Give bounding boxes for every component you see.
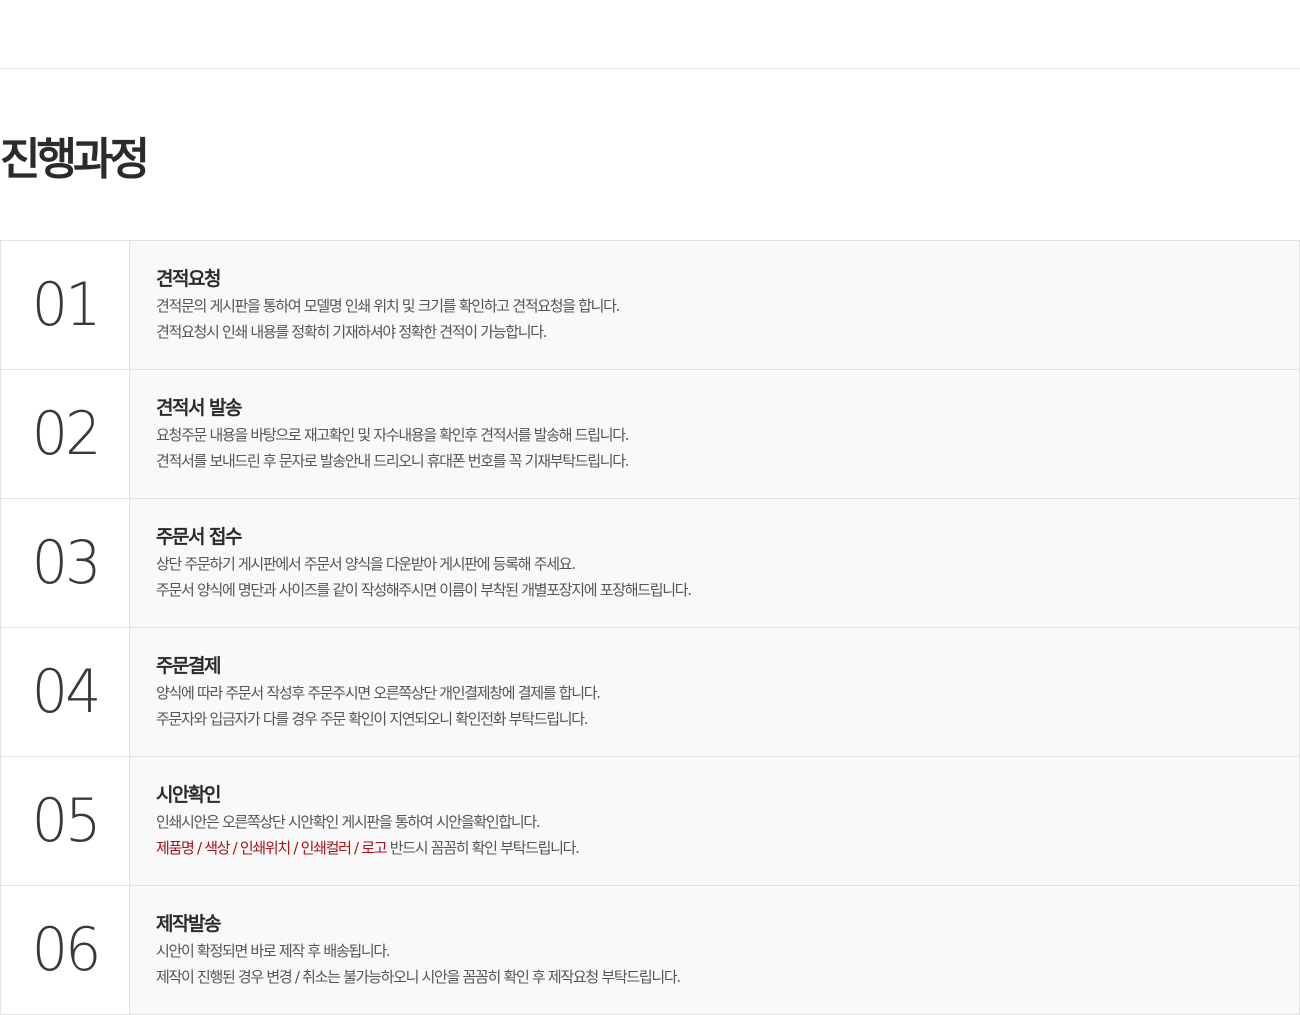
step-title: 제작발송 [156, 913, 221, 935]
step-description-line: 제작이 진행된 경우 변경 / 취소는 불가능하오니 시안을 꼼꼼히 확인 후 … [156, 968, 681, 986]
step-description-line: 주문서 양식에 명단과 사이즈를 같이 작성해주시면 이름이 부착된 개별포장지… [156, 581, 692, 599]
step-title: 주문서 접수 [156, 526, 243, 548]
step-description-line: 견적문의 게시판을 통하여 모델명 인쇄 위치 및 크기를 확인하고 견적요청을… [156, 297, 620, 315]
step-title: 견적서 발송 [156, 397, 243, 419]
step-number: 02 [1, 370, 130, 498]
step-body: 주문서 접수 상단 주문하기 게시판에서 주문서 양식을 다운받아 게시판에 등… [130, 499, 1299, 627]
step-row-01: 01 견적요청 견적문의 게시판을 통하여 모델명 인쇄 위치 및 크기를 확인… [0, 241, 1300, 370]
top-bar [0, 0, 1300, 69]
step-body: 주문결제 양식에 따라 주문서 작성후 주문주시면 오른쪽상단 개인결제창에 결… [130, 628, 1299, 756]
step-body: 제작발송 시안이 확정되면 바로 제작 후 배송됩니다. 제작이 진행된 경우 … [130, 886, 1299, 1014]
step-row-02: 02 견적서 발송 요청주문 내용을 바탕으로 재고확인 및 자수내용을 확인후… [0, 370, 1300, 499]
step-description-line: 견적요청시 인쇄 내용를 정확히 기재하셔야 정확한 견적이 가능합니다. [156, 323, 548, 341]
highlight-rest-text: 반드시 꼼꼼히 확인 부탁드립니다. [386, 839, 580, 857]
highlight-text: 제품명 / 색상 / 인쇄위치 / 인쇄컬러 / 로고 [156, 839, 388, 857]
step-row-06: 06 제작발송 시안이 확정되면 바로 제작 후 배송됩니다. 제작이 진행된 … [0, 886, 1300, 1015]
step-description-line: 상단 주문하기 게시판에서 주문서 양식을 다운받아 게시판에 등록해 주세요. [156, 555, 576, 573]
step-number: 06 [1, 886, 130, 1014]
step-row-05: 05 시안확인 인쇄시안은 오른쪽상단 시안확인 게시판을 통하여 시안을확인합… [0, 757, 1300, 886]
step-body: 시안확인 인쇄시안은 오른쪽상단 시안확인 게시판을 통하여 시안을확인합니다.… [130, 757, 1299, 885]
step-description-line: 견적서를 보내드린 후 문자로 발송안내 드리오니 휴대폰 번호를 꼭 기재부탁… [156, 452, 629, 470]
process-steps: 01 견적요청 견적문의 게시판을 통하여 모델명 인쇄 위치 및 크기를 확인… [0, 240, 1300, 1015]
page-title: 진행과정 [0, 134, 150, 185]
step-description-line-highlight: 제품명 / 색상 / 인쇄위치 / 인쇄컬러 / 로고 반드시 꼼꼼히 확인 부… [156, 835, 1299, 861]
step-description-line: 요청주문 내용을 바탕으로 재고확인 및 자수내용을 확인후 견적서를 발송해 … [156, 426, 629, 444]
step-description-line: 주문자와 입금자가 다를 경우 주문 확인이 지연되오니 확인전화 부탁드립니다… [156, 710, 589, 728]
step-description-line: 인쇄시안은 오른쪽상단 시안확인 게시판을 통하여 시안을확인합니다. [156, 813, 541, 831]
step-number: 05 [1, 757, 130, 885]
step-body: 견적서 발송 요청주문 내용을 바탕으로 재고확인 및 자수내용을 확인후 견적… [130, 370, 1299, 498]
step-title: 시안확인 [156, 784, 221, 806]
step-description-line: 시안이 확정되면 바로 제작 후 배송됩니다. [156, 942, 391, 960]
step-number: 03 [1, 499, 130, 627]
step-title: 견적요청 [156, 268, 221, 290]
step-number: 01 [1, 241, 130, 369]
step-number: 04 [1, 628, 130, 756]
step-row-03: 03 주문서 접수 상단 주문하기 게시판에서 주문서 양식을 다운받아 게시판… [0, 499, 1300, 628]
step-body: 견적요청 견적문의 게시판을 통하여 모델명 인쇄 위치 및 크기를 확인하고 … [130, 241, 1299, 369]
step-title: 주문결제 [156, 655, 221, 677]
step-row-04: 04 주문결제 양식에 따라 주문서 작성후 주문주시면 오른쪽상단 개인결제창… [0, 628, 1300, 757]
step-description-line: 양식에 따라 주문서 작성후 주문주시면 오른쪽상단 개인결제창에 결제를 합니… [156, 684, 601, 702]
